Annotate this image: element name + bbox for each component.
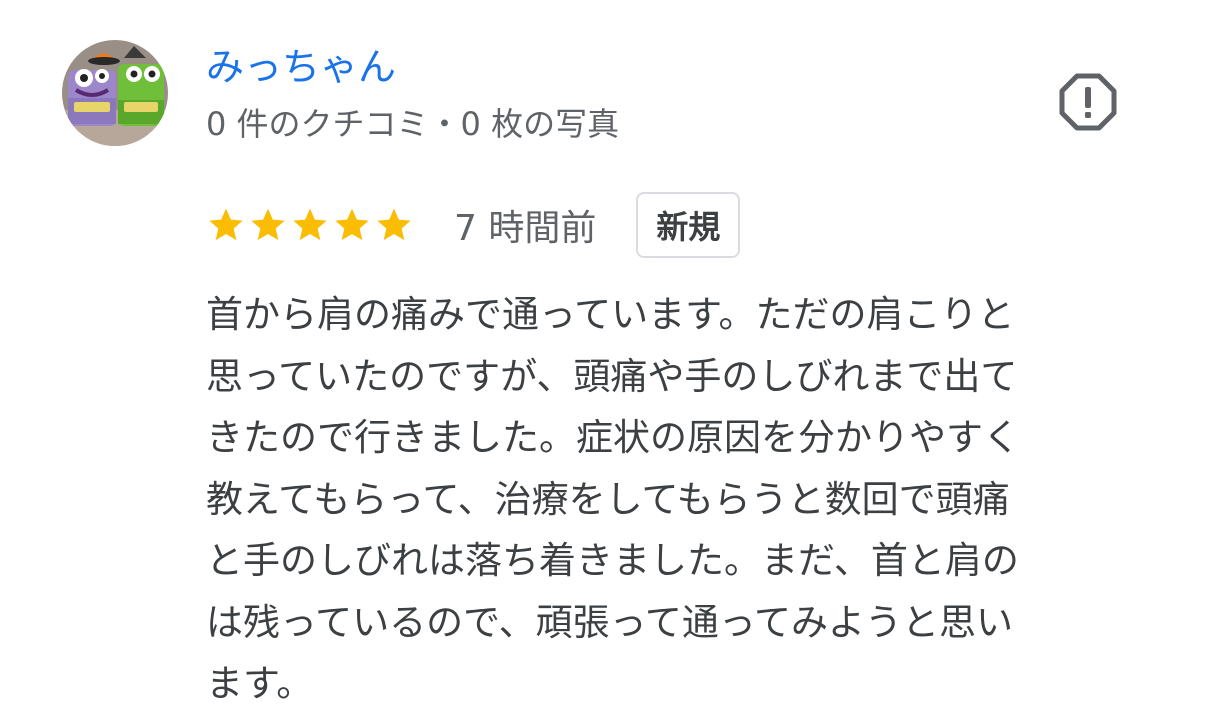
reviewer-avatar[interactable] xyxy=(62,40,168,146)
monster-cups-avatar-image xyxy=(62,40,168,146)
report-octagon-icon xyxy=(1059,73,1117,131)
star-rating xyxy=(206,205,414,245)
review-body-text: 首から肩の痛みで通っています。ただの肩こりと 思っていたのですが、頭痛や手のしび… xyxy=(206,293,1020,705)
star-icon xyxy=(290,205,330,245)
star-icon xyxy=(332,205,372,245)
review-time: 7 時間前 xyxy=(454,208,597,249)
new-badge: 新規 xyxy=(636,192,741,258)
reviewer-stats: 0 件のクチコミ・0 枚の写真 xyxy=(206,105,620,143)
star-icon xyxy=(374,205,414,245)
star-icon xyxy=(248,205,288,245)
star-icon xyxy=(206,205,246,245)
reviewer-name-link[interactable]: みっちゃん xyxy=(206,42,396,92)
rating-row: 7 時間前 新規 xyxy=(206,190,741,260)
report-review-button[interactable] xyxy=(1056,70,1120,134)
